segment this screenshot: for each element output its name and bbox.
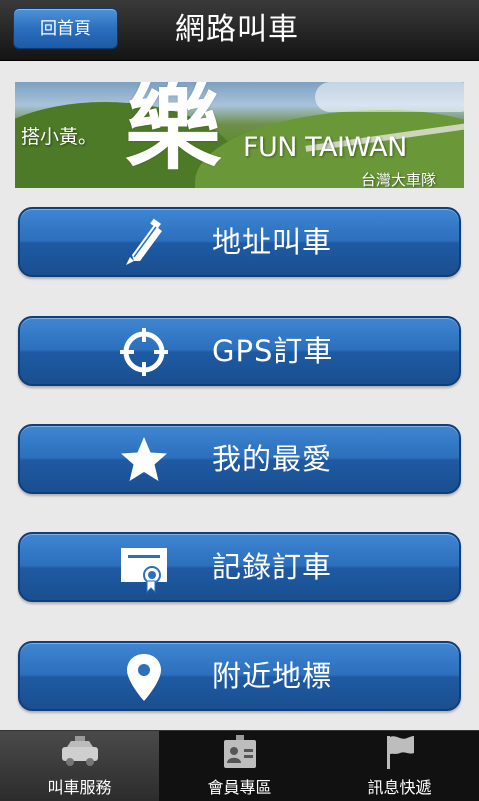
menu-item-label: GPS訂車 [212, 334, 334, 368]
favorites-button[interactable]: 我的最愛 [18, 424, 461, 494]
gps-booking-button[interactable]: GPS訂車 [18, 316, 461, 386]
promo-banner[interactable]: 樂 搭小黃。 FUN TAIWAN 台灣大車隊 [15, 82, 464, 188]
nearby-landmarks-button[interactable]: 附近地標 [18, 641, 461, 711]
banner-cloud [315, 82, 464, 112]
booking-history-button[interactable]: 記錄訂車 [18, 532, 461, 602]
tab-taxi-service[interactable]: 叫車服務 [0, 731, 159, 801]
crosshair-icon [120, 328, 168, 376]
star-icon [121, 437, 167, 481]
home-button[interactable]: 回首頁 [13, 8, 118, 49]
tab-news[interactable]: 訊息快遞 [320, 731, 479, 801]
certificate-icon [121, 548, 167, 594]
banner-big-character: 樂 [125, 82, 221, 183]
member-card-icon [224, 735, 256, 768]
top-bar: 回首頁 網路叫車 [0, 0, 479, 61]
menu-item-label: 我的最愛 [212, 442, 333, 476]
taxi-icon [62, 736, 98, 766]
bottom-nav: 叫車服務 會員專區 訊息快遞 [0, 730, 479, 801]
pencil-icon [126, 218, 162, 265]
flag-icon [387, 736, 414, 769]
tab-label: 訊息快遞 [367, 778, 432, 797]
tab-member-area[interactable]: 會員專區 [160, 731, 319, 801]
banner-team-name: 台灣大車隊 [361, 171, 437, 188]
tab-label: 叫車服務 [47, 778, 112, 797]
map-pin-icon [127, 654, 161, 701]
banner-fun-taiwan: FUN TAIWAN [243, 132, 407, 163]
page-title: 網路叫車 [175, 12, 299, 47]
tab-label: 會員專區 [207, 778, 272, 797]
menu-item-label: 附近地標 [212, 659, 333, 693]
banner-slogan: 搭小黃。 [21, 126, 98, 148]
menu-item-label: 地址叫車 [212, 225, 333, 259]
address-call-button[interactable]: 地址叫車 [18, 207, 461, 277]
menu-item-label: 記錄訂車 [212, 550, 333, 584]
